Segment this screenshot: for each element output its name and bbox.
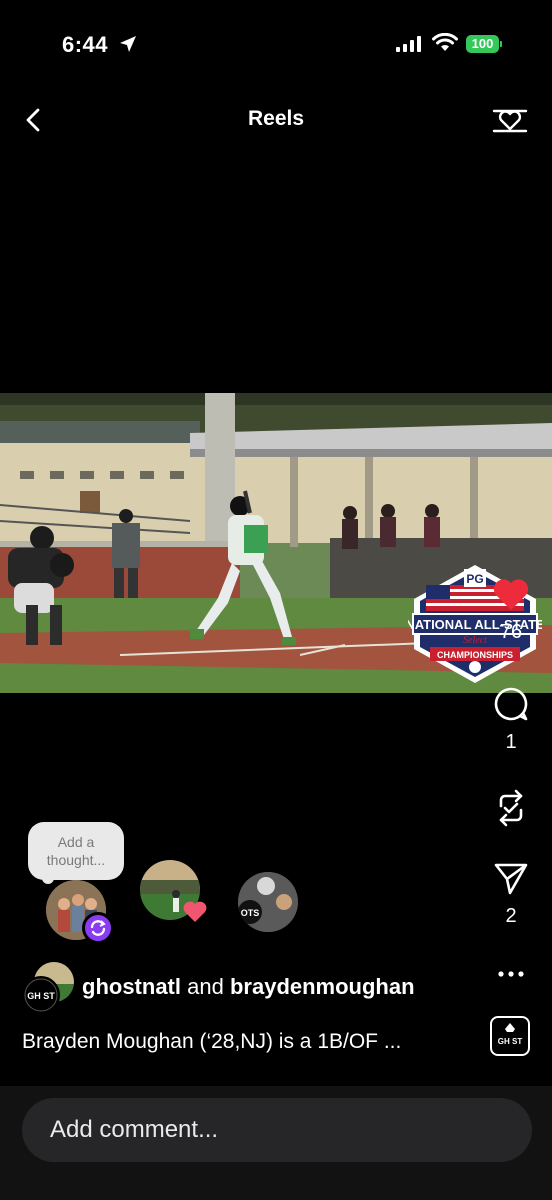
- send-paper-plane-icon[interactable]: [493, 860, 529, 896]
- heart-reaction-icon: [183, 901, 207, 922]
- comment-box[interactable]: [22, 1098, 532, 1162]
- like-count: 76: [499, 621, 523, 643]
- location-arrow-icon: [120, 36, 136, 52]
- post-authors: GH ST ghostnatl and braydenmoughan: [22, 962, 492, 1014]
- interests-filter-icon[interactable]: [490, 104, 530, 138]
- cellular-signal-icon: [396, 36, 421, 52]
- more-dots-icon[interactable]: [496, 962, 526, 986]
- comment-action[interactable]: 1: [482, 686, 540, 754]
- author-braydenmoughan[interactable]: braydenmoughan: [230, 974, 415, 999]
- repost-badge: [82, 912, 114, 944]
- logo-bottom: CHAMPIONSHIPS: [437, 650, 513, 660]
- comment-input[interactable]: [22, 1098, 532, 1162]
- battery-indicator: 100: [466, 35, 502, 53]
- repost-arrows-icon: [90, 920, 106, 936]
- page-title: Reels: [247, 107, 305, 130]
- ghostnatl-avatar[interactable]: GH ST: [22, 976, 60, 1014]
- status-time: 6:44: [62, 32, 109, 57]
- share-count: 2: [505, 905, 517, 927]
- ots-label: OTS: [241, 908, 260, 918]
- share-action[interactable]: 2: [482, 860, 540, 928]
- ghost-badge-text: GH ST: [498, 1037, 523, 1046]
- author-joiner: and: [187, 974, 224, 999]
- ots-avatar[interactable]: OTS: [238, 872, 298, 932]
- comment-count: 1: [505, 731, 517, 753]
- like-action[interactable]: 76: [482, 578, 540, 644]
- add-thought-bubble[interactable]: Add a thought...: [28, 822, 124, 880]
- wifi-icon: [432, 33, 458, 51]
- repost-icon[interactable]: [493, 788, 529, 828]
- ghost-logo-icon: GH ST: [498, 1023, 523, 1046]
- audio-source-badge[interactable]: GH ST: [490, 1016, 530, 1056]
- repost-action[interactable]: [482, 788, 540, 837]
- battery-level: 100: [466, 35, 499, 53]
- reel-video[interactable]: NATIONAL ALL-STATE Select CHAMPIONSHIPS …: [0, 393, 552, 693]
- heart-filled-icon[interactable]: [492, 578, 530, 612]
- comment-bar: [0, 1086, 552, 1200]
- author-names: ghostnatl and braydenmoughan: [82, 974, 415, 1000]
- comment-bubble-icon[interactable]: [493, 686, 529, 722]
- author-ghostnatl[interactable]: ghostnatl: [82, 974, 181, 999]
- reels-header: Reels: [0, 96, 552, 144]
- ghost-avatar-text: GH ST: [27, 991, 55, 1001]
- post-caption[interactable]: Brayden Moughan (‘28,NJ) is a 1B/OF ...: [22, 1030, 401, 1054]
- status-bar: 6:44 100: [0, 0, 552, 90]
